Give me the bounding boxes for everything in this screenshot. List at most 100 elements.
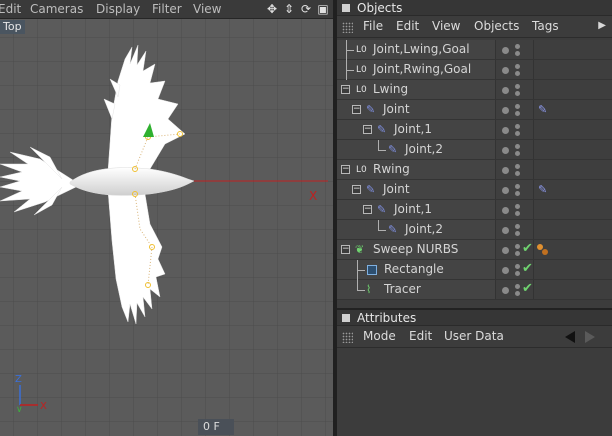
render-visibility-dot[interactable]: [515, 151, 520, 156]
viewport-menu-view[interactable]: View: [193, 2, 221, 16]
render-visibility-dot[interactable]: [515, 171, 520, 176]
objects-manager: Objects File Edit View Objects Tags ▶ L0…: [337, 0, 612, 308]
object-row[interactable]: − L0 Rwing: [337, 160, 612, 180]
visibility-dot[interactable]: [502, 147, 509, 154]
object-row[interactable]: ✎ Joint,2: [337, 220, 612, 240]
render-visibility-dot[interactable]: [515, 131, 520, 136]
viewport-menu-cameras[interactable]: Cameras: [30, 2, 83, 16]
grip-icon[interactable]: [342, 332, 353, 343]
editor-visibility-dot[interactable]: [515, 104, 520, 109]
collapse-icon[interactable]: −: [341, 245, 350, 254]
viewport-menu-filter[interactable]: Filter: [152, 2, 182, 16]
render-visibility-dot[interactable]: [515, 111, 520, 116]
visibility-dot[interactable]: [502, 227, 509, 234]
viewport[interactable]: Edit Cameras Display Filter View ✥ ⇕ ⟳ ▣…: [0, 0, 333, 436]
render-visibility-dot[interactable]: [515, 271, 520, 276]
visibility-dot[interactable]: [502, 287, 509, 294]
enabled-check-icon[interactable]: ✔: [522, 281, 533, 296]
null-object-icon: L0: [356, 85, 367, 95]
objects-menu-file[interactable]: File: [363, 19, 383, 33]
grid-plane: [0, 19, 333, 436]
render-visibility-dot[interactable]: [515, 191, 520, 196]
attributes-menu-user-data[interactable]: User Data: [444, 329, 504, 343]
render-visibility-dot[interactable]: [515, 231, 520, 236]
editor-visibility-dot[interactable]: [515, 204, 520, 209]
object-row[interactable]: Rectangle ✔: [337, 260, 612, 280]
visibility-dot[interactable]: [502, 107, 509, 114]
material-tag-icon[interactable]: [542, 249, 548, 255]
object-row[interactable]: L0 Joint,Lwing,Goal: [337, 40, 612, 60]
render-visibility-dot[interactable]: [515, 291, 520, 296]
back-arrow-icon[interactable]: [565, 331, 575, 343]
collapse-icon[interactable]: −: [352, 185, 361, 194]
editor-visibility-dot[interactable]: [515, 184, 520, 189]
object-row[interactable]: − ✎ Joint,1: [337, 120, 612, 140]
collapse-icon[interactable]: −: [352, 105, 361, 114]
objects-menu-objects[interactable]: Objects: [474, 19, 519, 33]
object-row[interactable]: − L0 Lwing: [337, 80, 612, 100]
ik-tag-icon[interactable]: ✎: [538, 104, 550, 116]
viewport-menu-edit[interactable]: Edit: [0, 2, 21, 16]
object-row[interactable]: − ✎ Joint,1: [337, 200, 612, 220]
maximize-view-icon[interactable]: ▣: [316, 1, 330, 17]
attributes-menubar: Mode Edit User Data: [337, 326, 612, 348]
zoom-view-icon[interactable]: ⇕: [282, 1, 296, 17]
collapse-icon[interactable]: −: [341, 85, 350, 94]
enabled-check-icon[interactable]: ✔: [522, 261, 533, 276]
attributes-menu-edit[interactable]: Edit: [409, 329, 432, 343]
object-name: Joint: [383, 182, 410, 196]
editor-visibility-dot[interactable]: [515, 244, 520, 249]
attributes-menu-mode[interactable]: Mode: [363, 329, 396, 343]
forward-arrow-icon[interactable]: [585, 331, 595, 343]
rotate-view-icon[interactable]: ⟳: [299, 1, 313, 17]
render-visibility-dot[interactable]: [515, 251, 520, 256]
object-row[interactable]: ⌇ Tracer ✔: [337, 280, 612, 300]
visibility-dot[interactable]: [502, 247, 509, 254]
collapse-icon[interactable]: −: [363, 205, 372, 214]
visibility-dot[interactable]: [502, 207, 509, 214]
objects-menu-tags[interactable]: Tags: [532, 19, 559, 33]
object-row[interactable]: − ✎ Joint ✎: [337, 100, 612, 120]
editor-visibility-dot[interactable]: [515, 284, 520, 289]
visibility-dot[interactable]: [502, 127, 509, 134]
visibility-dot[interactable]: [502, 187, 509, 194]
current-frame: 0 F: [198, 419, 234, 435]
editor-visibility-dot[interactable]: [515, 164, 520, 169]
editor-visibility-dot[interactable]: [515, 224, 520, 229]
object-row[interactable]: − ❦ Sweep NURBS ✔: [337, 240, 612, 260]
visibility-dot[interactable]: [502, 87, 509, 94]
editor-visibility-dot[interactable]: [515, 124, 520, 129]
object-row[interactable]: L0 Joint,Rwing,Goal: [337, 60, 612, 80]
objects-menu-view[interactable]: View: [432, 19, 460, 33]
editor-visibility-dot[interactable]: [515, 264, 520, 269]
object-name: Joint,1: [394, 122, 432, 136]
editor-visibility-dot[interactable]: [515, 84, 520, 89]
object-row[interactable]: − ✎ Joint ✎: [337, 180, 612, 200]
svg-text:∨: ∨: [16, 405, 23, 415]
visibility-dot[interactable]: [502, 47, 509, 54]
viewport-canvas[interactable]: X Z X ∨: [0, 19, 333, 436]
joint-icon: ✎: [377, 123, 387, 136]
render-visibility-dot[interactable]: [515, 71, 520, 76]
null-object-icon: L0: [356, 45, 367, 55]
editor-visibility-dot[interactable]: [515, 144, 520, 149]
visibility-dot[interactable]: [502, 67, 509, 74]
collapse-icon[interactable]: −: [341, 165, 350, 174]
rectangle-spline-icon: [367, 265, 377, 275]
visibility-dot[interactable]: [502, 167, 509, 174]
render-visibility-dot[interactable]: [515, 51, 520, 56]
render-visibility-dot[interactable]: [515, 211, 520, 216]
objects-menu-edit[interactable]: Edit: [396, 19, 419, 33]
visibility-dot[interactable]: [502, 267, 509, 274]
editor-visibility-dot[interactable]: [515, 44, 520, 49]
editor-visibility-dot[interactable]: [515, 64, 520, 69]
collapse-icon[interactable]: −: [363, 125, 372, 134]
menu-overflow-icon[interactable]: ▶: [598, 20, 606, 31]
grip-icon[interactable]: [342, 22, 353, 33]
object-row[interactable]: ✎ Joint,2: [337, 140, 612, 160]
render-visibility-dot[interactable]: [515, 91, 520, 96]
ik-tag-icon[interactable]: ✎: [538, 184, 550, 196]
move-view-icon[interactable]: ✥: [265, 1, 279, 17]
viewport-menu-display[interactable]: Display: [96, 2, 140, 16]
enabled-check-icon[interactable]: ✔: [522, 241, 533, 256]
